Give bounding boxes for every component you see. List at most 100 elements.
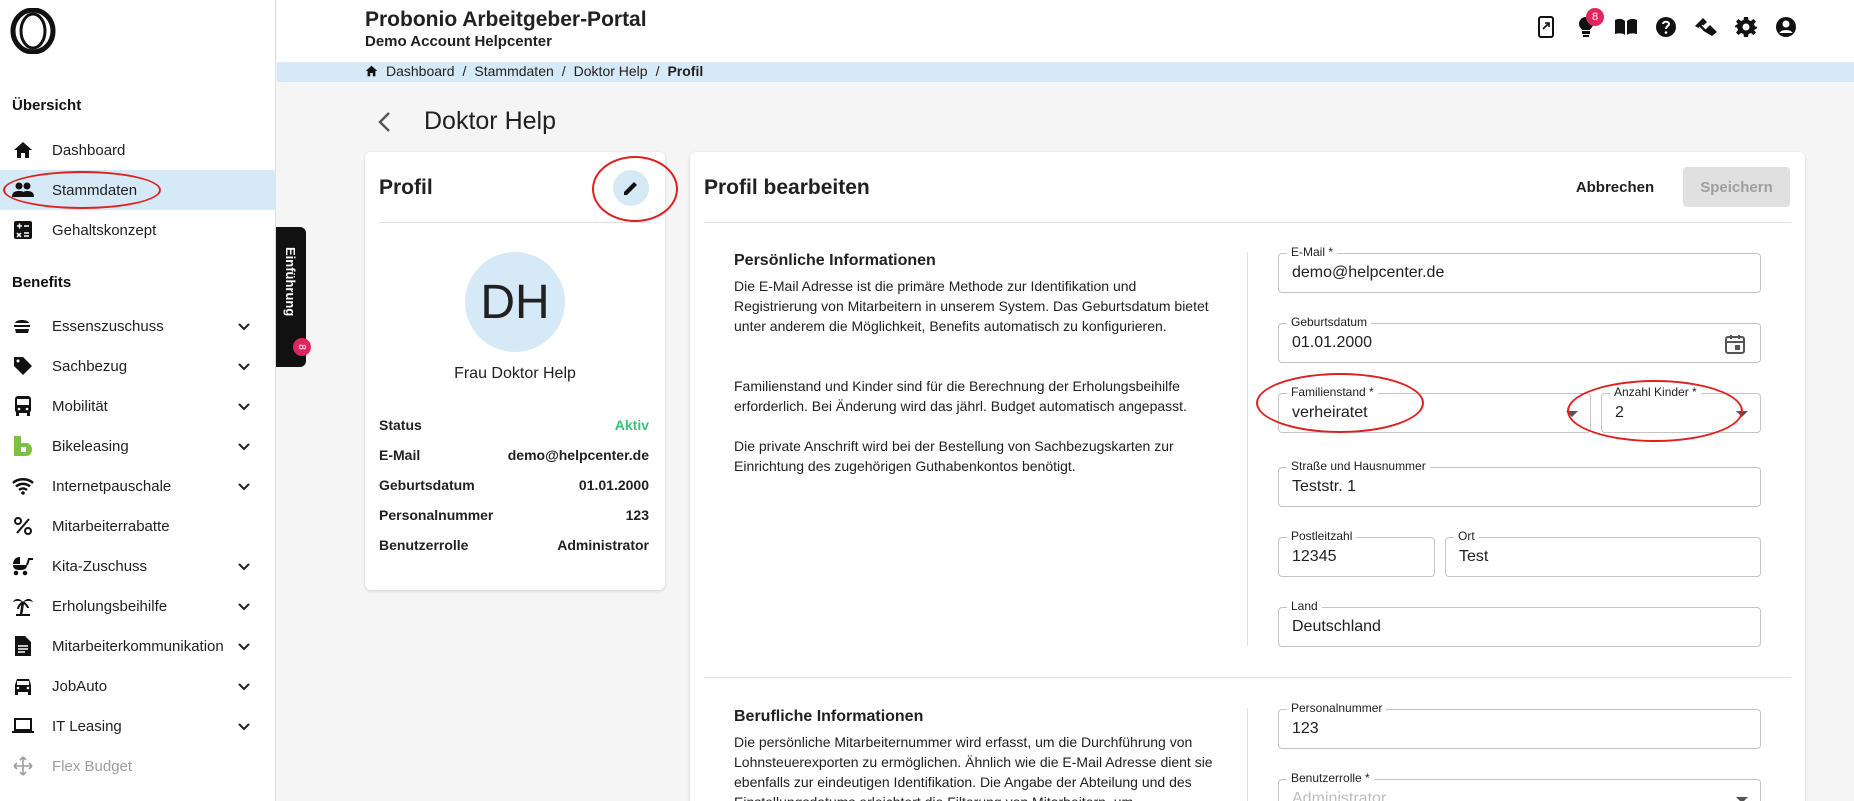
dropdown-arrow-icon (1736, 411, 1748, 417)
notification-badge: 8 (1586, 8, 1604, 26)
professional-info-heading: Berufliche Informationen (734, 708, 924, 725)
sidebar-item-essenszuschuss[interactable]: Essenszuschuss (0, 306, 276, 346)
sidebar-item-label: Internetpauschale (52, 477, 172, 495)
probonio-logo[interactable] (10, 7, 56, 55)
chevron-down-icon[interactable] (236, 438, 252, 454)
chevron-down-icon[interactable] (236, 478, 252, 494)
sidebar-item-label: Kita-Zuschuss (52, 557, 148, 575)
chevron-down-icon[interactable] (236, 678, 252, 694)
info-value: demo@helpcenter.de (507, 447, 649, 463)
info-row-email: E-Mail demo@helpcenter.de (379, 447, 649, 467)
sidebar-item-mobilitaet[interactable]: Mobilität (0, 386, 276, 426)
sidebar-item-jobauto[interactable]: JobAuto (0, 666, 276, 706)
profile-edit-card: Profil bearbeiten Abbrechen Speichern Pe… (690, 152, 1805, 801)
status-badge: Aktiv (614, 417, 649, 433)
chevron-down-icon[interactable] (236, 358, 252, 374)
personnel-number-field[interactable]: Personalnummer 123 (1278, 701, 1761, 749)
sidebar-item-label: Stammdaten (52, 181, 138, 199)
fastfood-icon (12, 316, 34, 336)
account-icon[interactable] (1773, 14, 1799, 40)
breadcrumb-stammdaten[interactable]: Stammdaten (474, 63, 553, 79)
app-subtitle: Demo Account Helpcenter (365, 33, 552, 50)
sidebar-item-mitarbeiterkommunikation[interactable]: Mitarbeiterkommunikation (0, 626, 276, 666)
field-value: Test (1459, 548, 1489, 565)
personal-info-text-2: Familienstand und Kinder sind für die Be… (734, 378, 1187, 414)
laptop-icon (12, 716, 34, 736)
chevron-down-icon[interactable] (236, 318, 252, 334)
field-label: Postleitzahl (1287, 529, 1357, 543)
chevron-down-icon[interactable] (236, 598, 252, 614)
sidebar-item-it-leasing[interactable]: IT Leasing (0, 706, 276, 746)
breadcrumb-separator: / (462, 63, 467, 79)
pencil-icon (624, 182, 637, 195)
move-icon (12, 756, 34, 776)
breadcrumb-current: Profil (667, 63, 704, 79)
sidebar-item-label: Mitarbeiterrabatte (52, 517, 170, 535)
cancel-button[interactable]: Abbrechen (1570, 168, 1660, 206)
profile-name: Frau Doktor Help (454, 365, 576, 382)
breadcrumb: Dashboard / Stammdaten / Doktor Help / P… (365, 63, 703, 79)
help-icon[interactable] (1653, 14, 1679, 40)
divider (704, 222, 1791, 223)
sidebar-item-label: Sachbezug (52, 357, 128, 375)
home-icon[interactable] (365, 65, 378, 77)
sidebar-item-label: Dashboard (52, 141, 126, 159)
sidebar-item-mitarbeiterrabatte[interactable]: Mitarbeiterrabatte (0, 506, 276, 546)
children-count-select[interactable]: Anzahl Kinder * 2 (1601, 385, 1761, 433)
marital-status-select[interactable]: Familienstand * verheiratet (1278, 385, 1591, 433)
chevron-down-icon[interactable] (236, 638, 252, 654)
intro-tab[interactable]: Einführung 8 (276, 227, 311, 367)
sidebar-item-bikeleasing[interactable]: Bikeleasing (0, 426, 276, 466)
chevron-down-icon[interactable] (236, 718, 252, 734)
tag-icon (12, 356, 34, 376)
sidebar-item-sachbezug[interactable]: Sachbezug (0, 346, 276, 386)
breadcrumb-separator: / (655, 63, 660, 79)
professional-info-text: Die persönliche Mitarbeiternummer wird e… (734, 734, 1213, 801)
sidebar-item-flex-budget[interactable]: Flex Budget (0, 746, 276, 786)
personal-info-heading: Persönliche Informationen (734, 252, 936, 269)
section-benefits-title: Benefits (12, 274, 72, 291)
street-field[interactable]: Straße und Hausnummer Teststr. 1 (1278, 459, 1761, 507)
chevron-down-icon[interactable] (236, 398, 252, 414)
handshake-icon[interactable] (1693, 14, 1719, 40)
city-field[interactable]: Ort Test (1445, 529, 1761, 577)
gear-icon[interactable] (1733, 14, 1759, 40)
personal-info-text-3: Die private Anschrift wird bei der Beste… (734, 438, 1174, 474)
zip-field[interactable]: Postleitzahl 12345 (1278, 529, 1435, 577)
personal-info-text-1: Die E-Mail Adresse ist die primäre Metho… (734, 278, 1209, 334)
book-icon[interactable] (1613, 14, 1639, 40)
edit-card-title: Profil bearbeiten (704, 176, 870, 199)
people-icon (12, 180, 34, 200)
field-label: E-Mail * (1287, 245, 1338, 259)
country-field[interactable]: Land Deutschland (1278, 599, 1761, 647)
chevron-down-icon[interactable] (236, 558, 252, 574)
field-label: Familienstand * (1287, 385, 1378, 399)
sidebar-item-label: Flex Budget (52, 757, 133, 775)
birthdate-field[interactable]: Geburtsdatum 01.01.2000 (1278, 315, 1761, 363)
breadcrumb-dashboard[interactable]: Dashboard (386, 63, 455, 79)
sidebar-item-erholungsbeihilfe[interactable]: Erholungsbeihilfe (0, 586, 276, 626)
save-button[interactable]: Speichern (1683, 167, 1790, 207)
field-value: 12345 (1292, 548, 1337, 565)
breadcrumb-bar: Dashboard / Stammdaten / Doktor Help / P… (277, 62, 1854, 82)
back-button[interactable] (374, 110, 396, 134)
info-row-birthdate: Geburtsdatum 01.01.2000 (379, 477, 649, 497)
mobile-app-icon[interactable] (1533, 14, 1559, 40)
sidebar-item-kita-zuschuss[interactable]: Kita-Zuschuss (0, 546, 276, 586)
avatar: DH (465, 252, 565, 352)
sidebar-item-stammdaten[interactable]: Stammdaten (0, 170, 276, 210)
info-row-personnel-number: Personalnummer 123 (379, 507, 649, 527)
sidebar-item-internetpauschale[interactable]: Internetpauschale (0, 466, 276, 506)
home-icon (12, 140, 34, 160)
app-title: Probonio Arbeitgeber-Portal (365, 8, 647, 31)
role-select[interactable]: Benutzerrolle * Administrator (1278, 771, 1761, 801)
breadcrumb-doktor-help[interactable]: Doktor Help (574, 63, 648, 79)
field-label: Ort (1454, 529, 1479, 543)
divider (704, 677, 1791, 678)
calendar-icon[interactable] (1724, 333, 1746, 355)
email-field[interactable]: E-Mail * demo@helpcenter.de (1278, 245, 1761, 293)
sidebar-item-dashboard[interactable]: Dashboard (0, 130, 276, 170)
lightbulb-icon[interactable]: 8 (1573, 8, 1604, 40)
edit-profile-button[interactable] (613, 170, 649, 206)
sidebar-item-gehaltskonzept[interactable]: Gehaltskonzept (0, 210, 276, 250)
